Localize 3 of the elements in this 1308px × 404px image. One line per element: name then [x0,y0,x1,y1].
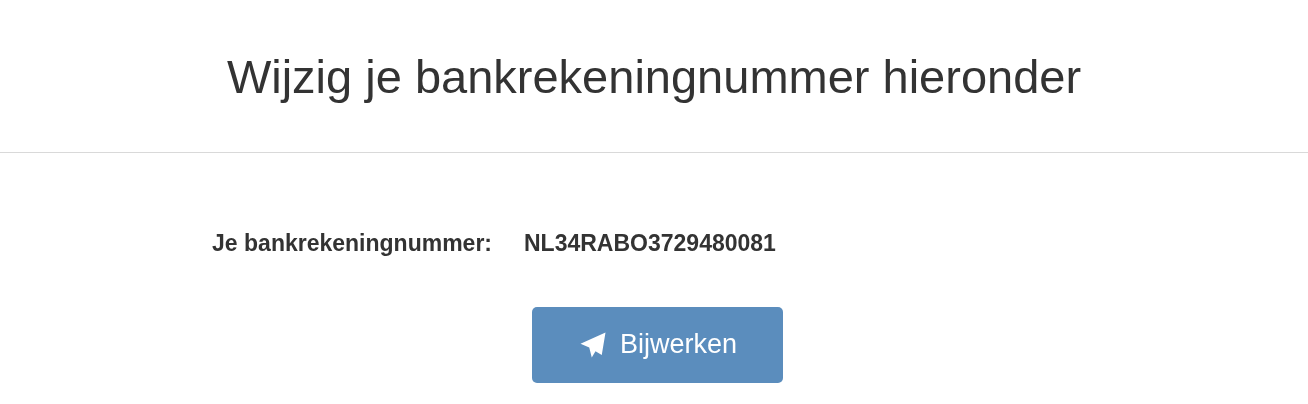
account-number: NL34RABO3729480081 [524,229,776,258]
account-label: Je bankrekeningnummer: [212,229,492,258]
update-button[interactable]: Bijwerken [532,306,783,383]
